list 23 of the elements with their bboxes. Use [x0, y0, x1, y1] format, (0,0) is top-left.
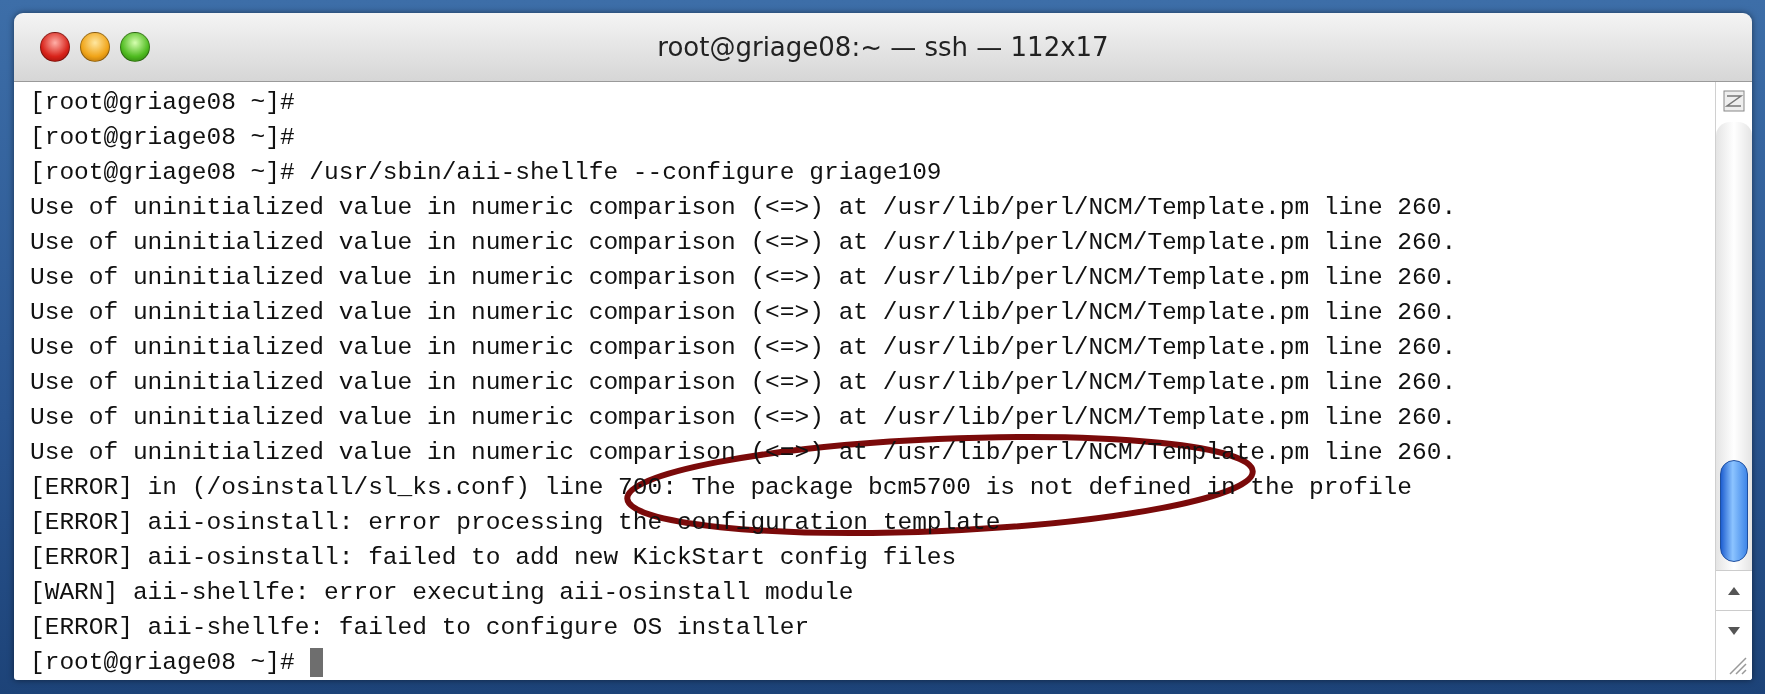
terminal-line: Use of uninitialized value in numeric comparison (<=>) at /usr/lib/perl/NCM/Template.pm line 260. — [30, 263, 1457, 293]
terminal-line: Use of uninitialized value in numeric comparison (<=>) at /usr/lib/perl/NCM/Template.pm line 260. — [30, 333, 1457, 363]
caret-up-icon — [1727, 585, 1741, 596]
terminal-line: Use of uninitialized value in numeric comparison (<=>) at /usr/lib/perl/NCM/Template.pm line 260. — [30, 298, 1457, 328]
terminal-line: [ERROR] aii-osinstall: failed to add new KickStart config files — [30, 543, 957, 573]
scrollbar-thumb[interactable] — [1720, 460, 1748, 562]
split-pane-icon[interactable] — [1723, 90, 1745, 112]
terminal-line: [root@griage08 ~]# — [30, 648, 295, 678]
terminal-line: [root@griage08 ~]# — [30, 88, 295, 118]
terminal-line: Use of uninitialized value in numeric comparison (<=>) at /usr/lib/perl/NCM/Template.pm line 260. — [30, 403, 1457, 433]
text-cursor — [309, 648, 323, 677]
terminal-line: [WARN] aii-shellfe: error executing aii-osinstall module — [30, 578, 854, 608]
minimize-button[interactable] — [80, 32, 110, 62]
terminal-line: Use of uninitialized value in numeric comparison (<=>) at /usr/lib/perl/NCM/Template.pm line 260. — [30, 368, 1457, 398]
terminal-line: [ERROR] aii-shellfe: failed to configure OS installer — [30, 613, 810, 643]
zoom-button[interactable] — [120, 32, 150, 62]
close-button[interactable] — [40, 32, 70, 62]
caret-down-icon — [1727, 625, 1741, 636]
window-title: root@griage08:~ — ssh — 112x17 — [657, 32, 1109, 62]
terminal-line: Use of uninitialized value in numeric comparison (<=>) at /usr/lib/perl/NCM/Template.pm line 260. — [30, 228, 1457, 258]
terminal-line: [root@griage08 ~]# — [30, 123, 295, 153]
terminal-line: Use of uninitialized value in numeric comparison (<=>) at /usr/lib/perl/NCM/Template.pm line 260. — [30, 193, 1457, 223]
terminal-line: [root@griage08 ~]# /usr/sbin/aii-shellfe --configure griage109 — [30, 158, 942, 188]
